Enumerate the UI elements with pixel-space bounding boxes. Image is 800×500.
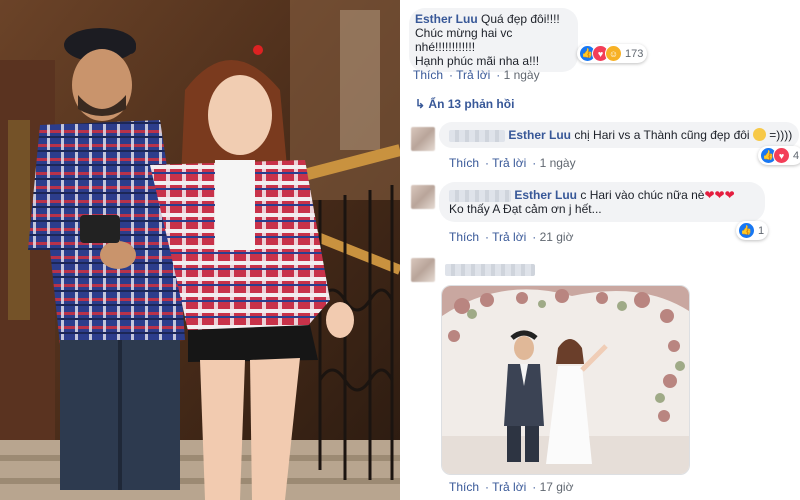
reply-actions: Thích · Trả lời · 21 giờ [449, 230, 574, 244]
reply-text: Ko thấy A Đạt cảm ơn j hết... [449, 202, 602, 216]
couple-photo [0, 0, 400, 500]
blurred-author-name[interactable] [449, 189, 511, 202]
comment-text-line: Hạnh phúc mãi nha a!!! [415, 54, 540, 68]
reply-link[interactable]: Trả lời [492, 480, 526, 494]
reply-text: c Hari vào chúc nữa nè [580, 188, 705, 202]
reply-text: chị Hari vs a Thành cũng đẹp đôi [574, 128, 750, 142]
comment-bubble: Esther Luu Quá đẹp đôi!!!! Chúc mừng hai… [409, 8, 578, 72]
reply-link[interactable]: Trả lời [492, 230, 526, 244]
heart-emoji: ❤❤❤ [704, 188, 735, 202]
like-link[interactable]: Thích [449, 480, 479, 494]
like-link[interactable]: Thích [413, 68, 443, 82]
reaction-summary[interactable]: 👍 1 [736, 221, 769, 240]
reaction-summary[interactable]: 👍 ♥ 4 [758, 146, 800, 165]
wedding-photo[interactable] [441, 285, 690, 475]
blurred-author-name[interactable] [445, 264, 535, 276]
reply-actions: Thích · Trả lời · 17 giờ [449, 480, 574, 494]
reply-time[interactable]: 17 giờ [540, 480, 574, 494]
reaction-summary[interactable]: 👍 ♥ ☺ 173 [577, 44, 648, 63]
comment-text-line: Chúc mừng hai vc nhé!!!!!!!!!!!! [415, 26, 513, 54]
mention[interactable]: Esther Luu [514, 188, 577, 202]
hide-replies-toggle[interactable]: ↳ Ẩn 13 phản hồi [415, 97, 514, 111]
reaction-count: 173 [625, 47, 644, 60]
comment-time[interactable]: 1 ngày [504, 68, 540, 82]
avatar[interactable] [411, 185, 435, 209]
reaction-count: 4 [793, 149, 800, 162]
haha-icon: ☺ [605, 45, 622, 62]
avatar[interactable] [411, 258, 435, 282]
reply-bubble: Esther Luu chị Hari vs a Thành cũng đẹp … [439, 122, 799, 148]
blurred-author-name[interactable] [449, 129, 505, 142]
reply-time[interactable]: 1 ngày [540, 156, 576, 170]
comments-panel: Esther Luu Quá đẹp đôi!!!! Chúc mừng hai… [403, 0, 800, 500]
reply-trailing-text: =)))) [769, 128, 793, 142]
couple-photo-illustration [0, 0, 400, 500]
reply-link[interactable]: Trả lời [492, 156, 526, 170]
love-icon: ♥ [773, 147, 790, 164]
comment-author[interactable]: Esther Luu [415, 12, 478, 26]
hide-replies-label: Ẩn 13 phản hồi [428, 97, 515, 111]
avatar[interactable] [411, 127, 435, 151]
like-link[interactable]: Thích [449, 156, 479, 170]
reply-link[interactable]: Trả lời [456, 68, 490, 82]
comment-text-line: Quá đẹp đôi!!!! [481, 12, 560, 26]
comment-actions: Thích · Trả lời · 1 ngày [413, 68, 540, 82]
reply-arrow-icon: ↳ [415, 97, 426, 111]
mention[interactable]: Esther Luu [508, 128, 571, 142]
like-link[interactable]: Thích [449, 230, 479, 244]
reply-time[interactable]: 21 giờ [540, 230, 574, 244]
reaction-count: 1 [758, 224, 765, 237]
reply-bubble: Esther Luu c Hari vào chúc nữa nè❤❤❤ Ko … [439, 182, 765, 222]
wedding-photo-illustration [442, 286, 689, 474]
laughing-cat-icon [752, 128, 766, 141]
reply-actions: Thích · Trả lời · 1 ngày [449, 156, 576, 170]
like-icon: 👍 [738, 222, 755, 239]
